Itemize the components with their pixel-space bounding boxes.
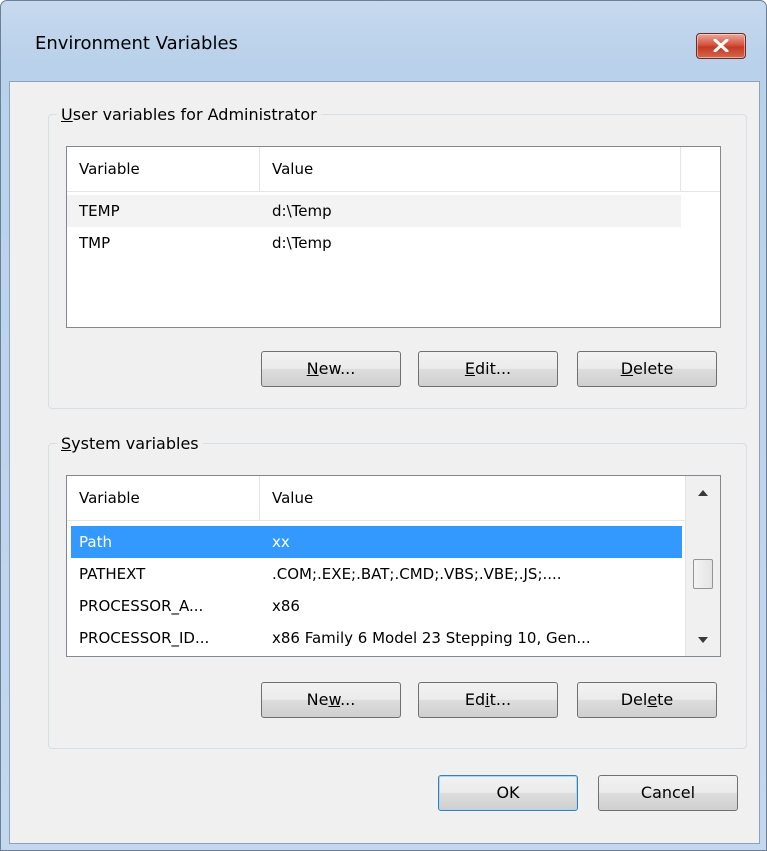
column-header-value[interactable]: Value xyxy=(260,476,686,520)
variable-value: d:\Temp xyxy=(272,234,332,252)
variable-value: x86 xyxy=(272,597,300,615)
variable-name: PATHEXT xyxy=(79,565,146,583)
cancel-button[interactable]: Cancel xyxy=(598,775,738,811)
column-header-value[interactable]: Value xyxy=(260,147,681,191)
system-variables-list[interactable]: Variable Value Path xx PATHEXT .COM;.EXE… xyxy=(66,475,721,657)
scroll-down-button[interactable] xyxy=(686,624,720,656)
scroll-up-arrow-icon xyxy=(698,490,708,496)
list-item[interactable]: PATHEXT .COM;.EXE;.BAT;.CMD;.VBS;.VBE;.J… xyxy=(67,558,682,590)
list-item[interactable]: PROCESSOR_ID... x86 Family 6 Model 23 St… xyxy=(67,622,682,654)
scroll-thumb[interactable] xyxy=(693,559,713,589)
vertical-scrollbar[interactable] xyxy=(685,476,720,656)
window-title: Environment Variables xyxy=(35,33,238,54)
variable-value: d:\Temp xyxy=(272,202,332,220)
column-header-variable[interactable]: Variable xyxy=(67,476,260,520)
close-icon xyxy=(713,39,729,52)
user-edit-button[interactable]: Edit... xyxy=(418,351,558,387)
dialog-client-area: User variables for Administrator Variabl… xyxy=(9,81,760,844)
variable-value: xx xyxy=(272,533,290,551)
system-delete-button[interactable]: Delete xyxy=(577,682,717,718)
system-variables-legend: System variables xyxy=(61,434,199,453)
user-list-header: Variable Value xyxy=(67,147,720,192)
variable-name: TEMP xyxy=(79,202,120,220)
close-button[interactable] xyxy=(696,33,746,59)
variable-name: TMP xyxy=(79,234,111,252)
user-variables-legend: User variables for Administrator xyxy=(61,105,317,124)
user-new-button[interactable]: New... xyxy=(261,351,401,387)
scroll-down-arrow-icon xyxy=(698,637,708,643)
system-list-header: Variable Value xyxy=(67,476,686,521)
list-item-selected[interactable]: Path xx xyxy=(71,526,682,558)
list-item[interactable]: TMP d:\Temp xyxy=(67,227,681,259)
environment-variables-dialog: Environment Variables User variables for… xyxy=(0,0,767,851)
variable-value: .COM;.EXE;.BAT;.CMD;.VBS;.VBE;.JS;.... xyxy=(272,565,562,583)
user-variables-list[interactable]: Variable Value TEMP d:\Temp TMP d:\Temp xyxy=(66,146,721,328)
ok-button[interactable]: OK xyxy=(438,775,578,811)
scroll-up-button[interactable] xyxy=(686,476,720,508)
title-bar[interactable]: Environment Variables xyxy=(1,1,766,81)
list-item[interactable]: PROCESSOR_A... x86 xyxy=(67,590,682,622)
variable-value: x86 Family 6 Model 23 Stepping 10, Gen..… xyxy=(272,629,591,647)
column-header-variable[interactable]: Variable xyxy=(67,147,260,191)
system-new-button[interactable]: New... xyxy=(261,682,401,718)
user-delete-button[interactable]: Delete xyxy=(577,351,717,387)
variable-name: Path xyxy=(79,533,112,551)
variable-name: PROCESSOR_A... xyxy=(79,597,204,615)
variable-name: PROCESSOR_ID... xyxy=(79,629,210,647)
column-header-filler xyxy=(681,147,720,191)
system-edit-button[interactable]: Edit... xyxy=(418,682,558,718)
list-item[interactable]: TEMP d:\Temp xyxy=(67,195,681,227)
